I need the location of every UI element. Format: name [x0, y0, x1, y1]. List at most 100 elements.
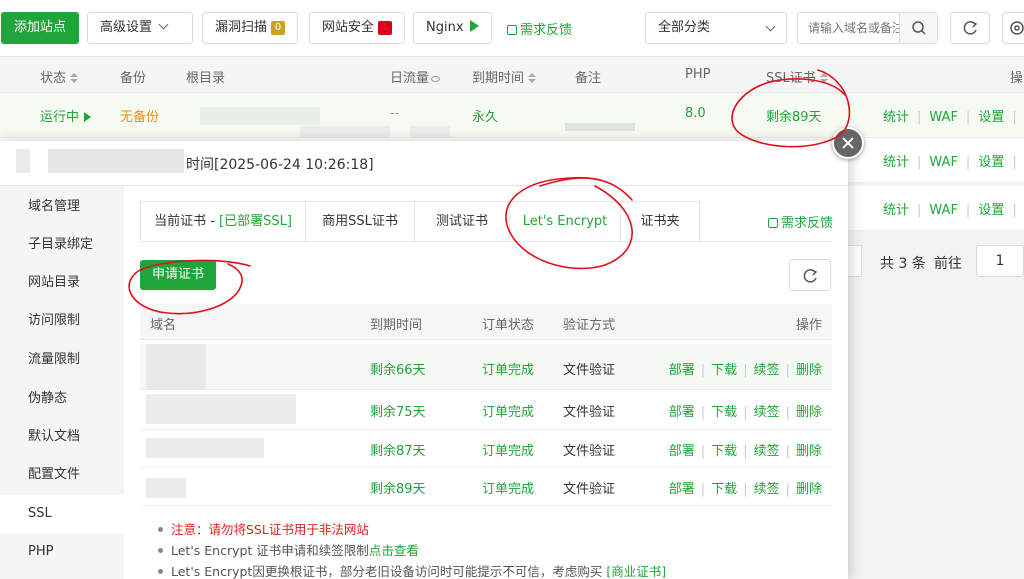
download-link[interactable]: 下载: [711, 363, 737, 378]
refresh-icon: [803, 269, 818, 283]
redacted-root: [200, 107, 320, 125]
cert-ops: 部署 | 下载 | 续签 | 删除: [668, 482, 822, 497]
tab-current-label: 当前证书 -: [154, 214, 220, 229]
pager-goto-input[interactable]: 1: [976, 245, 1024, 277]
delete-cert-link[interactable]: 删除: [796, 444, 822, 459]
note-commercial-link[interactable]: [商业证书]: [606, 564, 666, 579]
feedback-link[interactable]: 需求反馈: [507, 19, 572, 38]
note-limit-link[interactable]: 点击查看: [369, 543, 419, 558]
dialog-feedback-link[interactable]: 需求反馈: [768, 212, 833, 231]
download-link[interactable]: 下载: [711, 444, 737, 459]
feedback-icon: [768, 218, 778, 228]
delete-cert-link[interactable]: 删除: [796, 363, 822, 378]
download-link[interactable]: 下载: [711, 482, 737, 497]
tab-test-cert[interactable]: 测试证书: [414, 201, 510, 241]
stats-link[interactable]: 统计: [883, 155, 909, 170]
settings-link[interactable]: 设置: [978, 110, 1004, 125]
tab-cert-folder[interactable]: 证书夹: [620, 201, 700, 241]
sidebar-item-site-dir[interactable]: 网站目录: [0, 264, 124, 302]
deploy-link[interactable]: 部署: [669, 405, 695, 420]
pager-total: 共 3 条: [880, 256, 926, 272]
redacted-domain: [146, 344, 206, 390]
header-expire[interactable]: 到期时间: [472, 67, 537, 86]
sidebar-item-domain[interactable]: 域名管理: [0, 188, 124, 226]
vuln-scan-button[interactable]: 漏洞扫描 0: [202, 12, 299, 44]
vuln-count-badge: 0: [271, 21, 286, 35]
nginx-label: Nginx: [426, 20, 464, 35]
waf-link[interactable]: WAF: [929, 155, 958, 170]
renew-link[interactable]: 续签: [754, 363, 780, 378]
renew-link[interactable]: 续签: [754, 444, 780, 459]
apply-cert-button[interactable]: 申请证书: [140, 260, 216, 290]
feedback-icon: [507, 25, 517, 35]
stats-link[interactable]: 统计: [883, 110, 909, 125]
sidebar-item-ssl[interactable]: SSL: [0, 495, 124, 533]
cert-expire: 剩余87天: [370, 444, 426, 459]
settings-link[interactable]: 设置: [978, 155, 1004, 170]
redacted-remark: [565, 123, 635, 131]
download-link[interactable]: 下载: [711, 405, 737, 420]
header-backup: 备份: [120, 71, 147, 86]
sidebar-item-php[interactable]: PHP: [0, 533, 124, 571]
search-box: [797, 12, 938, 44]
header-ssl[interactable]: SSL证书: [766, 67, 828, 86]
cert-ops: 部署 | 下载 | 续签 | 删除: [668, 405, 822, 420]
site-php[interactable]: 8.0: [685, 106, 706, 121]
delete-cert-link[interactable]: 删除: [796, 482, 822, 497]
site-ssl[interactable]: 剩余89天: [766, 106, 822, 125]
note-warning-text: 注意：请勿将SSL证书用于非法网站: [171, 522, 369, 537]
waf-link[interactable]: WAF: [929, 203, 958, 218]
sidebar-item-traffic[interactable]: 流量限制: [0, 341, 124, 379]
renew-link[interactable]: 续签: [754, 482, 780, 497]
tab-current-cert[interactable]: 当前证书 - [已部署SSL]: [140, 201, 306, 241]
sidebar-item-config[interactable]: 配置文件: [0, 456, 124, 494]
note-root: Let's Encrypt因更换根证书，部分老旧设备访问时可能提示不可信，考虑购…: [158, 561, 666, 579]
stats-link[interactable]: 统计: [883, 203, 909, 218]
header-status[interactable]: 状态: [40, 67, 79, 86]
sidebar-item-access[interactable]: 访问限制: [0, 302, 124, 340]
deploy-link[interactable]: 部署: [669, 444, 695, 459]
site-status[interactable]: 运行中: [40, 106, 92, 125]
site-table-header: 状态 备份 根目录 日流量 到期时间 备注 PHP SSL证书 操: [0, 57, 1024, 93]
site-security-button[interactable]: 网站安全 1: [309, 12, 406, 44]
advanced-settings-label: 高级设置: [100, 20, 153, 35]
next-page-button[interactable]: [848, 245, 862, 277]
site-row: 运行中 无备份 -- 永久 8.0 剩余89天 统计|WAF|设置|删: [0, 93, 1024, 138]
header-ops: 操: [1010, 71, 1024, 86]
settings-button[interactable]: [1002, 12, 1024, 44]
cert-refresh-button[interactable]: [789, 259, 831, 291]
vuln-scan-label: 漏洞扫描: [215, 20, 268, 35]
sidebar-item-default-doc[interactable]: 默认文档: [0, 418, 124, 456]
site-ops: 统计|WAF|设置|删: [883, 203, 1017, 218]
bullet-icon: [158, 527, 163, 532]
deploy-link[interactable]: 部署: [669, 482, 695, 497]
sidebar-item-subdir[interactable]: 子目录绑定: [0, 226, 124, 264]
close-icon[interactable]: [832, 127, 864, 159]
add-site-button[interactable]: 添加站点: [1, 12, 80, 44]
cert-expire: 剩余66天: [370, 363, 426, 378]
play-icon: [469, 20, 479, 32]
sort-icon: [528, 73, 537, 83]
renew-link[interactable]: 续签: [754, 405, 780, 420]
refresh-icon: [963, 21, 978, 35]
tab-letsencrypt[interactable]: Let's Encrypt: [509, 201, 621, 241]
tab-divider: [140, 241, 832, 242]
search-input[interactable]: [798, 13, 900, 43]
table-row: 剩余66天 订单完成 文件验证 部署 | 下载 | 续签 | 删除: [140, 344, 832, 390]
cert-verify: 文件验证: [563, 363, 616, 378]
tab-commercial-ssl[interactable]: 商用SSL证书: [305, 201, 415, 241]
refresh-button[interactable]: [950, 12, 990, 44]
sort-icon: [819, 73, 828, 83]
delete-cert-link[interactable]: 删除: [796, 405, 822, 420]
search-button[interactable]: [899, 13, 937, 43]
advanced-settings-button[interactable]: 高级设置: [87, 12, 193, 44]
sidebar-item-rewrite[interactable]: 伪静态: [0, 380, 124, 418]
settings-link[interactable]: 设置: [978, 203, 1004, 218]
site-expire[interactable]: 永久: [472, 106, 498, 125]
nginx-button[interactable]: Nginx: [413, 12, 492, 44]
waf-link[interactable]: WAF: [929, 110, 958, 125]
deploy-link[interactable]: 部署: [669, 363, 695, 378]
site-backup[interactable]: 无备份: [120, 106, 159, 125]
cert-status: 订单完成: [482, 444, 535, 459]
category-select[interactable]: 全部分类: [645, 12, 787, 44]
